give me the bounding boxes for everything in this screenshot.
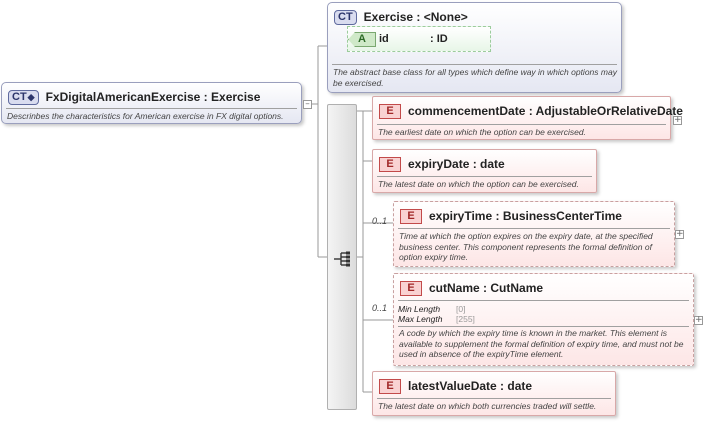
root-complex-type[interactable]: CT ◆ FxDigitalAmericanExercise : Exercise… bbox=[1, 82, 302, 124]
plus-icon[interactable]: + bbox=[673, 116, 682, 125]
element-expiryDate[interactable]: E expiryDate : date The latest date on w… bbox=[372, 149, 597, 193]
attribute-icon: A bbox=[348, 32, 376, 47]
root-description: Descrinbes the characteristics for Ameri… bbox=[7, 111, 284, 121]
element-icon: E bbox=[400, 208, 422, 224]
element-icon: E bbox=[379, 156, 401, 172]
sequence-compositor[interactable] bbox=[327, 104, 357, 410]
minus-icon[interactable]: – bbox=[303, 100, 312, 109]
base-type-name: Exercise : <None> bbox=[363, 10, 468, 24]
element-description: The latest date on which the option can … bbox=[378, 179, 579, 189]
element-icon: E bbox=[400, 280, 422, 296]
element-commencementDate[interactable]: E commencementDate : AdjustableOrRelativ… bbox=[372, 96, 683, 140]
complex-type-icon: CT ◆ bbox=[8, 89, 39, 105]
element-expiryTime[interactable]: E expiryTime : BusinessCenterTime Time a… bbox=[393, 201, 675, 267]
attribute-type: : ID bbox=[430, 33, 448, 45]
attribute-name: id bbox=[379, 33, 389, 45]
element-description: The latest date on which both currencies… bbox=[378, 401, 597, 411]
element-icon: E bbox=[379, 103, 401, 119]
sequence-icon bbox=[334, 251, 350, 267]
root-type-name: FxDigitalAmericanExercise : Exercise bbox=[45, 90, 261, 104]
facet-max-length: Max Length [255] bbox=[398, 314, 475, 324]
complex-type-icon: CT bbox=[334, 9, 357, 25]
element-latestValueDate[interactable]: E latestValueDate : date The latest date… bbox=[372, 371, 616, 416]
element-description: A code by which the expiry time is known… bbox=[399, 328, 684, 359]
element-description: The earliest date on which the option ca… bbox=[378, 127, 586, 137]
base-description: The abstract base class for all types wh… bbox=[333, 67, 617, 88]
element-icon: E bbox=[379, 378, 401, 394]
cardinality-label: 0..1 bbox=[372, 303, 388, 313]
element-description: Time at which the option expires on the … bbox=[399, 231, 653, 262]
plus-icon[interactable]: + bbox=[694, 316, 703, 325]
facet-min-length: Min Length [0] bbox=[398, 304, 466, 314]
element-cutName[interactable]: E cutName : CutName Min Length [0] Max Le… bbox=[393, 273, 694, 366]
cardinality-label: 0..1 bbox=[372, 216, 388, 226]
attribute-id[interactable]: A id : ID bbox=[347, 26, 491, 52]
plus-icon[interactable]: + bbox=[675, 230, 684, 239]
